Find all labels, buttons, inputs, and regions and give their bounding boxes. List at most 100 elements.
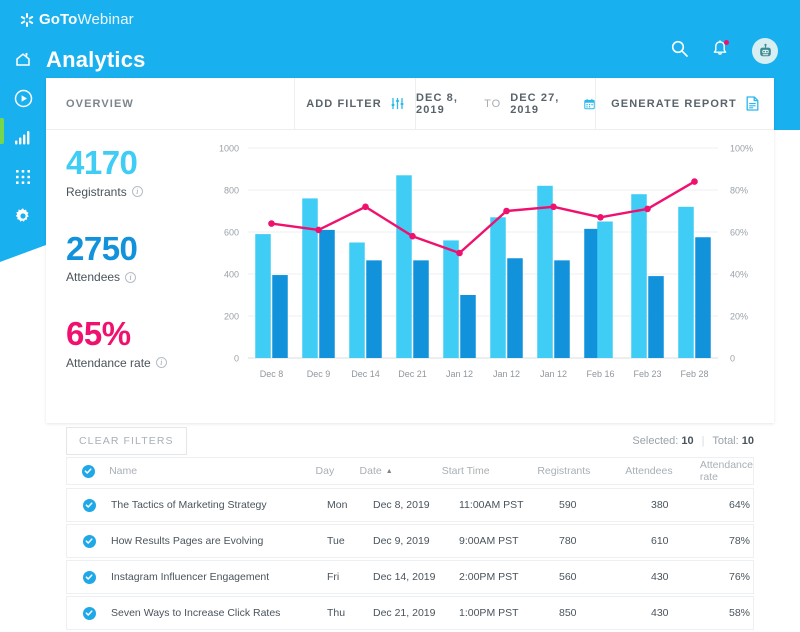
row-checkbox[interactable] [67,570,111,584]
bar-attendees[interactable] [319,229,335,358]
table-row[interactable]: Seven Ways to Increase Click Rates Thu Dec… [66,596,754,630]
generate-report-button[interactable]: GENERATE REPORT [596,78,774,129]
page-title: Analytics [46,47,146,72]
column-header-day[interactable]: Day [316,465,360,477]
bar-registrants[interactable] [255,234,271,358]
bar-attendees[interactable] [695,237,711,358]
y-axis-left-tick: 200 [224,312,239,322]
filters-row: CLEAR FILTERS Selected: 10 | Total: 10 [46,423,774,459]
calendar-icon [584,98,595,109]
info-icon[interactable]: i [155,357,167,369]
bar-registrants[interactable] [490,217,506,358]
total-label: Total: [712,435,739,447]
row-checkbox[interactable] [67,534,111,548]
attendance-rate-point[interactable] [503,207,510,215]
bell-icon[interactable] [712,40,729,62]
bar-registrants[interactable] [537,185,553,358]
cell-attendees: 430 [651,571,669,583]
sidebar-item-analytics[interactable] [0,118,46,157]
check-icon [85,574,93,580]
column-header-registrants[interactable]: Registrants [537,465,625,477]
bar-registrants[interactable] [349,242,365,359]
attendance-rate-point[interactable] [315,226,322,234]
search-icon[interactable] [671,40,688,62]
bar-registrants[interactable] [631,194,647,358]
add-filter-button[interactable]: ADD FILTER [294,78,416,129]
kpi-attendance-rate: 65% Attendance rate i [66,317,196,370]
kpi-registrants-value: 4170 [66,144,138,181]
y-axis-right-tick: 20% [730,312,748,322]
table-row[interactable]: Instagram Influencer Engagement Fri Dec 14… [66,560,754,594]
cell-start-time: 2:00PM PST [459,571,519,583]
check-icon [85,538,93,544]
bar-attendees[interactable] [554,260,570,358]
cell-registrants: 560 [559,571,577,583]
row-checkbox[interactable] [67,498,111,512]
column-header-attendees[interactable]: Attendees [625,465,700,477]
bar-registrants[interactable] [302,198,318,358]
cell-date: Dec 9, 2019 [373,535,430,547]
date-to-label: TO [484,97,502,110]
kpi-attendance-rate-label-row: Attendance rate i [66,356,196,370]
bar-registrants[interactable] [678,206,694,358]
info-icon[interactable]: i [125,271,137,283]
date-to: DEC 27, 2019 [510,91,560,116]
selected-label: Selected: [632,435,679,447]
sidebar-item-apps[interactable] [0,157,46,196]
info-icon[interactable]: i [131,186,143,198]
attendance-rate-point[interactable] [550,203,557,211]
x-axis-tick-label: Dec 21 [398,369,427,379]
selection-counts: Selected: 10 | Total: 10 [632,435,754,447]
tab-overview[interactable]: OVERVIEW [46,78,294,129]
attendance-rate-point[interactable] [268,220,275,227]
column-header-date-label: Date [359,465,382,477]
table-row[interactable]: How Results Pages are Evolving Tue Dec 9, … [66,524,754,558]
column-header-start-time[interactable]: Start Time [442,465,538,477]
clear-filters-button[interactable]: CLEAR FILTERS [66,427,187,455]
bar-registrants[interactable] [443,240,459,358]
card-toolbar: OVERVIEW ADD FILTER DEC 8, 2019 TO DEC 2… [46,78,774,130]
x-axis-tick-label: Jan 12 [493,369,520,379]
date-range-picker[interactable]: DEC 8, 2019 TO DEC 27, 2019 [416,78,596,129]
bar-attendees[interactable] [272,275,288,358]
generate-report-label: GENERATE REPORT [611,97,737,110]
attendance-rate-point[interactable] [362,203,369,211]
kpi-attendance-rate-label: Attendance rate [66,355,151,370]
cell-start-time: 11:00AM PST [459,499,524,511]
attendance-rate-point[interactable] [644,205,651,213]
attendance-rate-point[interactable] [691,178,698,185]
cell-day: Tue [327,535,345,547]
sliders-icon [391,97,404,110]
check-icon [85,502,93,508]
bar-attendees[interactable] [648,276,664,358]
header-actions[interactable] [671,38,778,64]
row-checkbox[interactable] [67,606,111,620]
column-header-attendance-rate[interactable]: Attendance rate [700,459,753,483]
bar-attendees[interactable] [366,260,382,358]
cell-attendance-rate: 64% [729,499,751,511]
bar-attendees[interactable] [460,295,476,358]
table-row[interactable]: The Tactics of Marketing Strategy Mon Dec … [66,488,754,522]
y-axis-left-tick: 800 [224,186,239,196]
kpi-attendees-value: 2750 [66,229,138,267]
attendance-rate-point[interactable] [597,214,604,221]
attendance-rate-point[interactable] [456,249,463,257]
column-header-name[interactable]: Name [109,465,315,477]
bar-attendees[interactable] [507,258,523,358]
kpi-attendees-label-row: Attendees i [66,270,196,284]
bar-registrants[interactable] [597,221,613,359]
sidebar-item-settings[interactable] [0,196,46,235]
avatar[interactable] [752,38,778,64]
app-logo[interactable]: GoToWebinar [20,11,134,28]
cell-date: Dec 21, 2019 [373,607,436,619]
bar-attendees[interactable] [413,260,429,358]
column-header-date[interactable]: Date ▲ [360,465,442,477]
bar-registrants[interactable] [396,175,412,358]
kpi-attendees-label: Attendees [66,270,121,285]
sidebar-item-video[interactable] [0,79,46,118]
cell-registrants: 850 [559,607,577,619]
robot-avatar-icon [759,43,771,56]
select-all-checkbox[interactable] [67,464,109,478]
attendance-rate-point[interactable] [409,232,416,240]
y-axis-left-tick: 0 [234,354,239,364]
